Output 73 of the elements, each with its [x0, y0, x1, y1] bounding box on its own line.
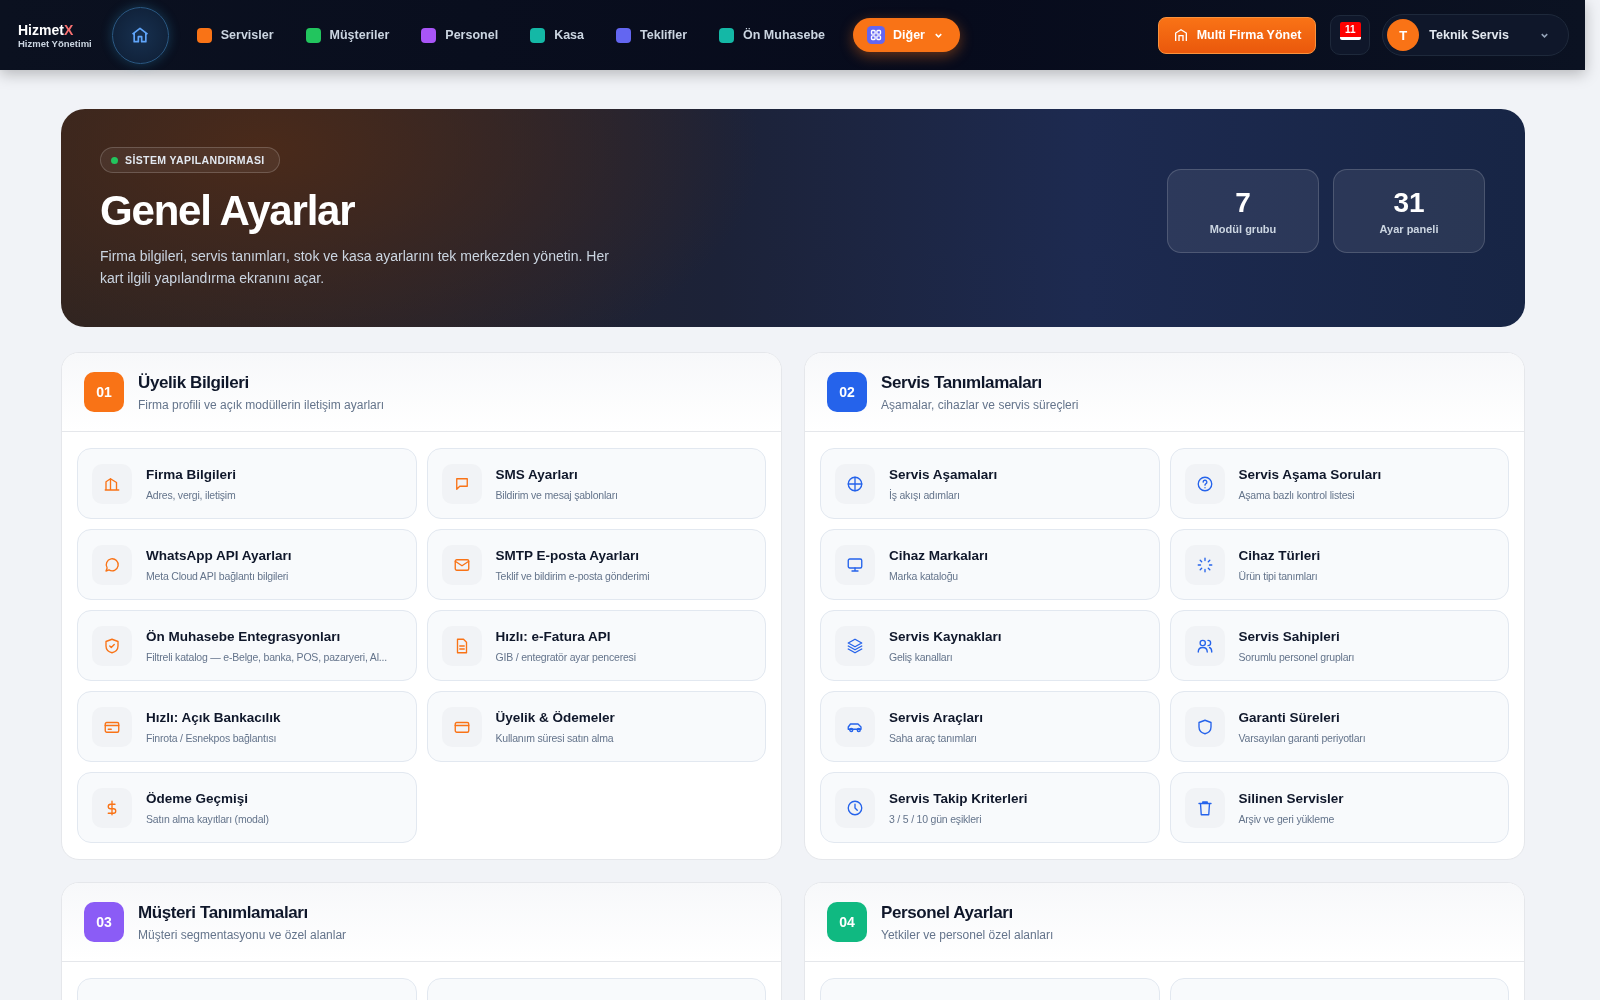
setting-icon — [441, 544, 482, 585]
notification-button[interactable]: 11 — [1330, 15, 1371, 55]
setting-icon — [1184, 787, 1225, 828]
setting-icon — [92, 463, 132, 504]
setting-tile[interactable]: Hızlı: e-Fatura API GIB / entegratör ayar penceresi — [426, 610, 766, 681]
nav-item[interactable]: Müşteriler — [295, 19, 400, 51]
section-number: 01 — [84, 372, 124, 412]
setting-tile[interactable]: Cihaz Markaları Marka kataloğu — [820, 529, 1160, 600]
setting-icon — [92, 544, 132, 585]
card-title: Servis Tanımlamaları — [881, 372, 1043, 393]
nav-item[interactable]: Teklifler — [606, 19, 698, 51]
card-subtitle: Müşteri segmentasyonu ve özel alanlar — [138, 927, 347, 942]
brand-subtitle: Hizmet Yönetimi — [18, 37, 92, 49]
setting-icon — [1184, 625, 1225, 666]
nav-item[interactable]: Ön Muhasebe — [709, 19, 835, 51]
setting-icon — [1184, 544, 1225, 585]
setting-tile[interactable]: Üyelik & Ödemeler Kullanım süresi satın alma — [426, 691, 766, 762]
setting-icon — [835, 625, 875, 666]
setting-tile[interactable]: WhatsApp API Ayarları Meta Cloud API bağlantı bilgileri — [77, 529, 417, 600]
setting-icon — [441, 706, 482, 747]
setting-tile[interactable]: Servis Araçları Saha araç tanımları — [820, 691, 1160, 762]
setting-tile[interactable]: Servis Kaynakları Geliş kanalları — [820, 610, 1160, 681]
setting-tile[interactable]: Servis Aşamaları İş akışı adımları — [820, 448, 1160, 519]
setting-tile[interactable]: SMTP E-posta Ayarları Teklif ve bildirim e-posta gönderimi — [426, 529, 766, 600]
setting-icon — [835, 544, 875, 585]
nav-item[interactable]: Servisler — [186, 19, 284, 51]
setting-tile[interactable]: SMS Ayarları Bildirim ve mesaj şablonları — [426, 448, 766, 519]
home-button[interactable] — [111, 6, 169, 64]
setting-icon — [92, 625, 132, 666]
nav-item[interactable]: Personel — [411, 19, 509, 51]
setting-tile[interactable]: Ödeme Geçmişi Satın alma kayıtları (modal) — [77, 772, 417, 843]
storefront-icon — [1172, 27, 1189, 43]
notification-count: 11 — [1340, 22, 1361, 40]
setting-tile[interactable]: Garanti Süreleri Varsayılan garanti periyotları — [1169, 691, 1509, 762]
user-menu[interactable]: T Teknik Servis — [1382, 14, 1569, 56]
nav-item[interactable]: Kasa — [520, 19, 594, 51]
brand-logo[interactable]: HizmetX — [18, 21, 92, 38]
grid-icon — [867, 26, 885, 44]
section-badge: SİSTEM YAPILANDIRMASI — [100, 147, 280, 173]
home-icon — [130, 25, 151, 45]
setting-tile[interactable]: Servis Aşama Soruları Aşama bazlı kontrol listesi — [1169, 448, 1509, 519]
setting-icon — [1184, 706, 1225, 747]
setting-icon — [441, 463, 482, 504]
setting-tile[interactable]: Ön Muhasebe Entegrasyonları Filtreli katalog — e-Belge, banka, POS, pazaryeri, Al... — [77, 610, 417, 681]
setting-icon — [835, 787, 875, 828]
setting-tile[interactable]: Silinen Servisler Arşiv ve geri yükleme — [1169, 772, 1509, 843]
setting-tile[interactable]: Firma Bilgileri Adres, vergi, iletişim — [77, 448, 417, 519]
setting-icon — [441, 625, 482, 666]
stat-label: Ayar paneli — [1379, 223, 1439, 235]
card-title: Personel Ayarları — [881, 902, 1014, 923]
setting-tile[interactable]: Servis Takip Kriterleri 3 / 5 / 10 gün eşikleri — [820, 772, 1160, 843]
page-title: Genel Ayarlar — [100, 187, 355, 235]
user-avatar: T — [1387, 19, 1420, 51]
section-number: 03 — [84, 902, 124, 942]
stat-value: 7 — [1235, 187, 1251, 219]
card-subtitle: Firma profili ve açık modüllerin iletişim ayarları — [138, 397, 385, 412]
setting-icon — [92, 787, 132, 828]
page-description: Firma bilgileri, servis tanımları, stok ve kasa ayarlarını tek merkezden yönetin. Her kart ilgili yapılandırma ekranını açar. — [100, 247, 610, 288]
setting-tile[interactable]: Cihaz Türleri Ürün tipi tanımları — [1169, 529, 1509, 600]
setting-tile[interactable]: Hızlı: Açık Bankacılık Finrota / Esnekpos bağlantısı — [77, 691, 417, 762]
section-number: 04 — [827, 902, 867, 942]
card-subtitle: Aşamalar, cihazlar ve servis süreçleri — [881, 397, 1079, 412]
setting-icon — [835, 706, 875, 747]
card-title: Üyelik Bilgileri — [138, 372, 250, 393]
setting-tile[interactable]: Servis Sahipleri Sorumlu personel grupları — [1169, 610, 1509, 681]
stat-label: Modül grubu — [1209, 223, 1277, 235]
section-number: 02 — [827, 372, 867, 412]
setting-icon — [835, 463, 875, 504]
setting-icon — [1184, 463, 1225, 504]
card-subtitle: Yetkiler ve personel özel alanları — [881, 927, 1054, 942]
setting-icon — [92, 706, 132, 747]
stat-value: 31 — [1393, 187, 1425, 219]
card-title: Müşteri Tanımlamaları — [138, 902, 309, 923]
